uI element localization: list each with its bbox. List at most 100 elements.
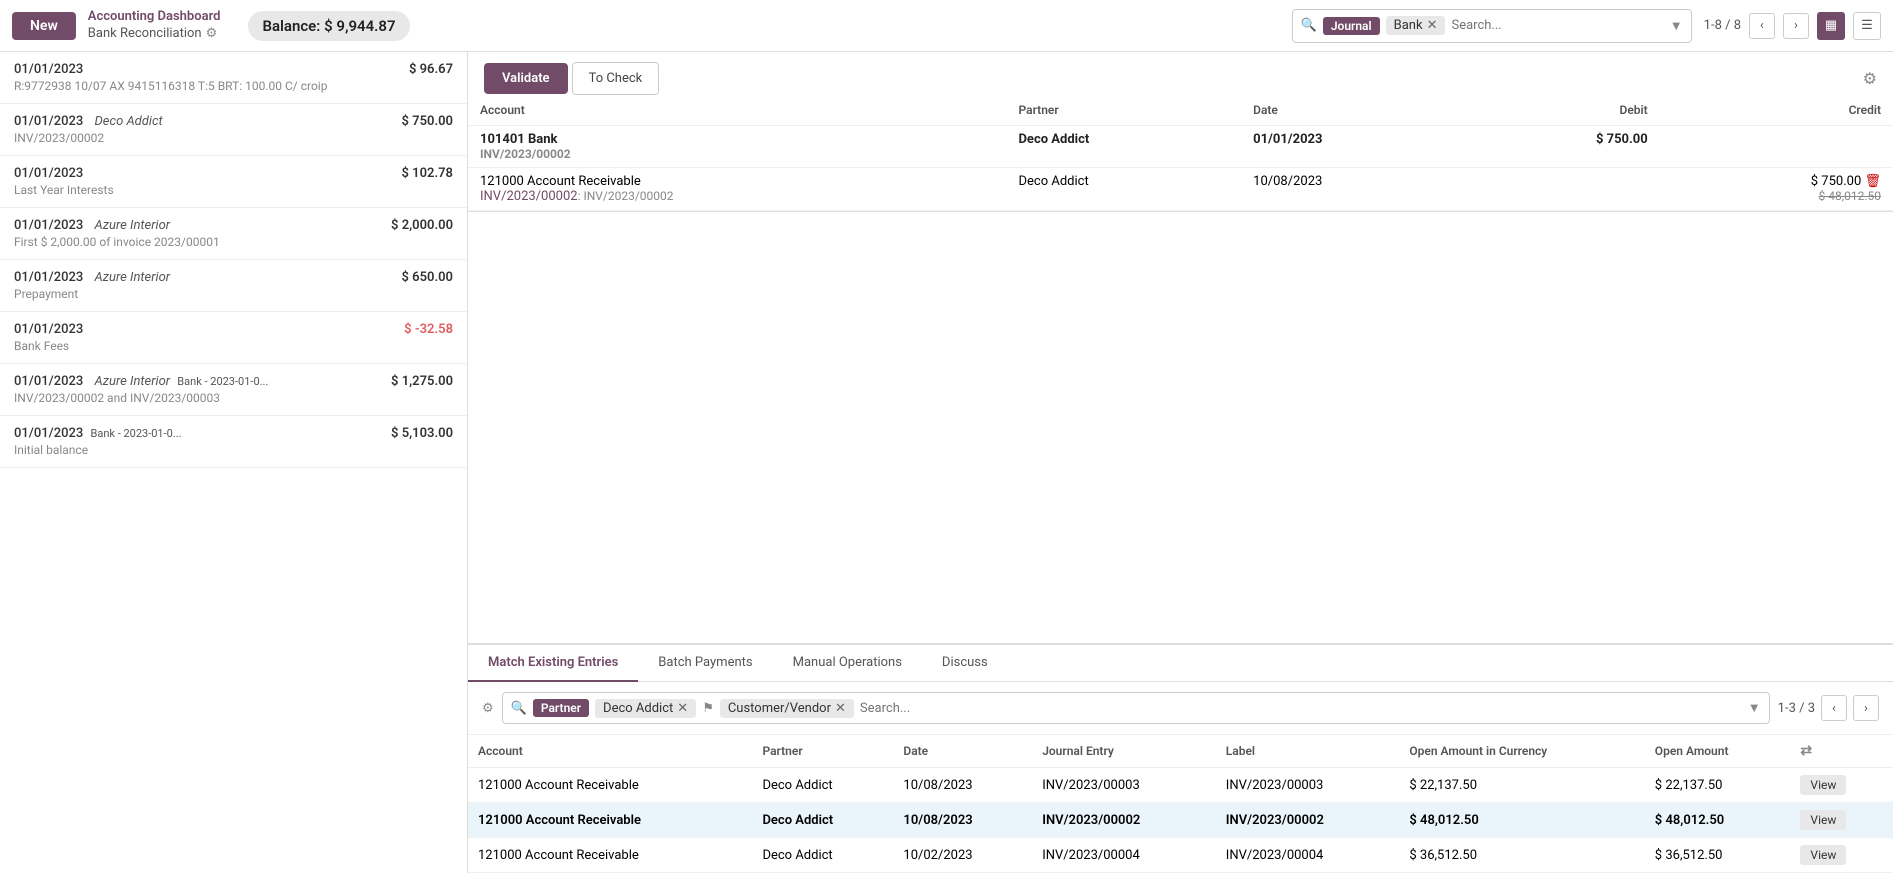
left-item[interactable]: 01/01/2023 Bank - 2023-01-0... $ 5,103.0… [0,416,467,468]
left-item-desc: INV/2023/00002 and INV/2023/00003 [14,391,453,405]
left-item-desc: INV/2023/00002 [14,131,453,145]
left-item-date: 01/01/2023 [14,114,83,129]
filter-search-input[interactable] [860,701,1742,716]
journal-tag[interactable]: Journal [1323,17,1380,35]
journal-credit-cell [1660,126,1893,168]
left-item[interactable]: 01/01/2023 $ -32.58 Bank Fees [0,312,467,364]
left-item-date: 01/01/2023 [14,270,83,285]
filter-prev-button[interactable]: ‹ [1821,695,1847,721]
filter-deco-tag: Deco Addict ✕ [595,699,696,718]
filter-customer-tag: Customer/Vendor ✕ [720,699,854,718]
bank-tag-remove[interactable]: ✕ [1427,18,1438,33]
breadcrumb-sub: Bank Reconciliation ⚙ [88,26,221,43]
col-date: Date [1241,95,1472,126]
tab-discuss[interactable]: Discuss [922,645,1008,682]
left-item[interactable]: 01/01/2023 Azure Interior $ 650.00 Prepa… [0,260,467,312]
topbar: New Accounting Dashboard Bank Reconcilia… [0,0,1893,52]
right-settings-icon[interactable]: ⚙ [1863,69,1877,88]
tab-match-existing[interactable]: Match Existing Entries [468,645,638,682]
left-item[interactable]: 01/01/2023 Deco Addict $ 750.00 INV/2023… [0,104,467,156]
to-check-button[interactable]: To Check [572,62,660,95]
bottom-section: Match Existing Entries Batch Payments Ma… [468,644,1893,873]
entries-partner: Deco Addict [752,838,893,873]
entries-label: INV/2023/00003 [1216,768,1400,803]
entries-account: 121000 Account Receivable [468,838,752,873]
search-icon: 🔍 [1301,18,1317,33]
entries-view-button[interactable]: View [1800,810,1846,830]
entries-col-open-amount-currency: Open Amount in Currency [1399,735,1644,768]
entries-table-row: 121000 Account Receivable Deco Addict 10… [468,768,1893,803]
filter-dropdown-arrow[interactable]: ▼ [1748,700,1761,716]
entries-open-amount: $ 48,012.50 [1645,803,1791,838]
entries-open-amount: $ 36,512.50 [1645,838,1791,873]
next-page-button[interactable]: › [1783,13,1809,39]
left-item-amount: $ 650.00 [402,270,454,285]
entries-journal-entry: INV/2023/00004 [1032,838,1216,873]
left-item-date: 01/01/2023 [14,218,83,233]
tab-manual-operations[interactable]: Manual Operations [773,645,922,682]
left-item-desc: First $ 2,000.00 of invoice 2023/00001 [14,235,453,249]
col-debit: Debit [1472,95,1660,126]
entries-col-label: Label [1216,735,1400,768]
col-account: Account [468,95,1006,126]
col-partner: Partner [1006,95,1241,126]
entries-partner: Deco Addict [752,803,893,838]
adjust-columns-icon[interactable]: ⇄ [1800,743,1812,759]
inv-link[interactable]: INV/2023/00002 [480,189,578,204]
entries-partner: Deco Addict [752,768,893,803]
left-item[interactable]: 01/01/2023 $ 96.67 R:9772938 10/07 AX 94… [0,52,467,104]
left-item-date: 01/01/2023 [14,166,83,181]
journal-table-row: 101401 Bank INV/2023/00002 Deco Addict 0… [468,126,1893,168]
left-item-partner: Azure Interior [95,270,171,285]
filter-next-button[interactable]: › [1853,695,1879,721]
entries-col-actions: ⇄ [1790,735,1893,768]
bottom-tabs: Match Existing Entries Batch Payments Ma… [468,645,1893,682]
journal-table: Account Partner Date Debit Credit 101401… [468,95,1893,211]
entries-view-cell: View [1790,838,1893,873]
delete-icon[interactable]: 🗑 [1864,174,1881,189]
search-input[interactable] [1451,18,1663,33]
entries-open-amount-currency: $ 36,512.50 [1399,838,1644,873]
entries-open-amount: $ 22,137.50 [1645,768,1791,803]
journal-account-cell: 101401 Bank INV/2023/00002 [468,126,1006,168]
prev-page-button[interactable]: ‹ [1749,13,1775,39]
search-dropdown-arrow[interactable]: ▼ [1670,18,1683,34]
middle-gap [468,212,1893,644]
filter-gear-icon[interactable]: ⚙ [482,701,494,716]
entries-account: 121000 Account Receivable [468,768,752,803]
entries-table-row: 121000 Account Receivable Deco Addict 10… [468,803,1893,838]
right-top-section: Validate To Check ⚙ Account Partner Date… [468,52,1893,212]
new-button[interactable]: New [12,12,76,40]
left-item-desc: Prepayment [14,287,453,301]
validate-button[interactable]: Validate [484,63,568,94]
breadcrumb-gear-icon[interactable]: ⚙ [206,26,218,43]
journal-account-cell: 121000 Account Receivable INV/2023/00002… [468,168,1006,211]
kanban-view-button[interactable]: ▦ [1817,12,1845,40]
entries-view-cell: View [1790,803,1893,838]
filter-partner-tag[interactable]: Partner [533,699,589,717]
entries-date: 10/08/2023 [893,803,1032,838]
breadcrumb-top-link[interactable]: Accounting Dashboard [88,9,221,26]
tab-batch-payments[interactable]: Batch Payments [638,645,772,682]
filter-pagination: 1-3 / 3 ‹ › [1778,695,1879,721]
global-search-bar: 🔍 Journal Bank ✕ ▼ [1292,9,1692,43]
entries-view-button[interactable]: View [1800,775,1846,795]
col-credit: Credit [1660,95,1893,126]
list-view-button[interactable]: ☰ [1853,12,1881,40]
right-panel: Validate To Check ⚙ Account Partner Date… [468,52,1893,873]
journal-partner-cell: Deco Addict [1006,168,1241,211]
filter-deco-remove[interactable]: ✕ [677,701,688,716]
left-item[interactable]: 01/01/2023 Azure Interior Bank - 2023-01… [0,364,467,416]
left-item-amount: $ 750.00 [402,114,454,129]
entries-account: 121000 Account Receivable [468,803,752,838]
left-item-amount: $ 102.78 [402,166,454,181]
filter-customer-remove[interactable]: ✕ [835,701,846,716]
filter-pagination-text: 1-3 / 3 [1778,701,1815,716]
entries-view-button[interactable]: View [1800,845,1846,865]
left-panel: 01/01/2023 $ 96.67 R:9772938 10/07 AX 94… [0,52,468,873]
left-item[interactable]: 01/01/2023 Azure Interior $ 2,000.00 Fir… [0,208,467,260]
entries-date: 10/08/2023 [893,768,1032,803]
left-item-amount: $ 2,000.00 [391,218,453,233]
entries-col-journal-entry: Journal Entry [1032,735,1216,768]
left-item[interactable]: 01/01/2023 $ 102.78 Last Year Interests [0,156,467,208]
